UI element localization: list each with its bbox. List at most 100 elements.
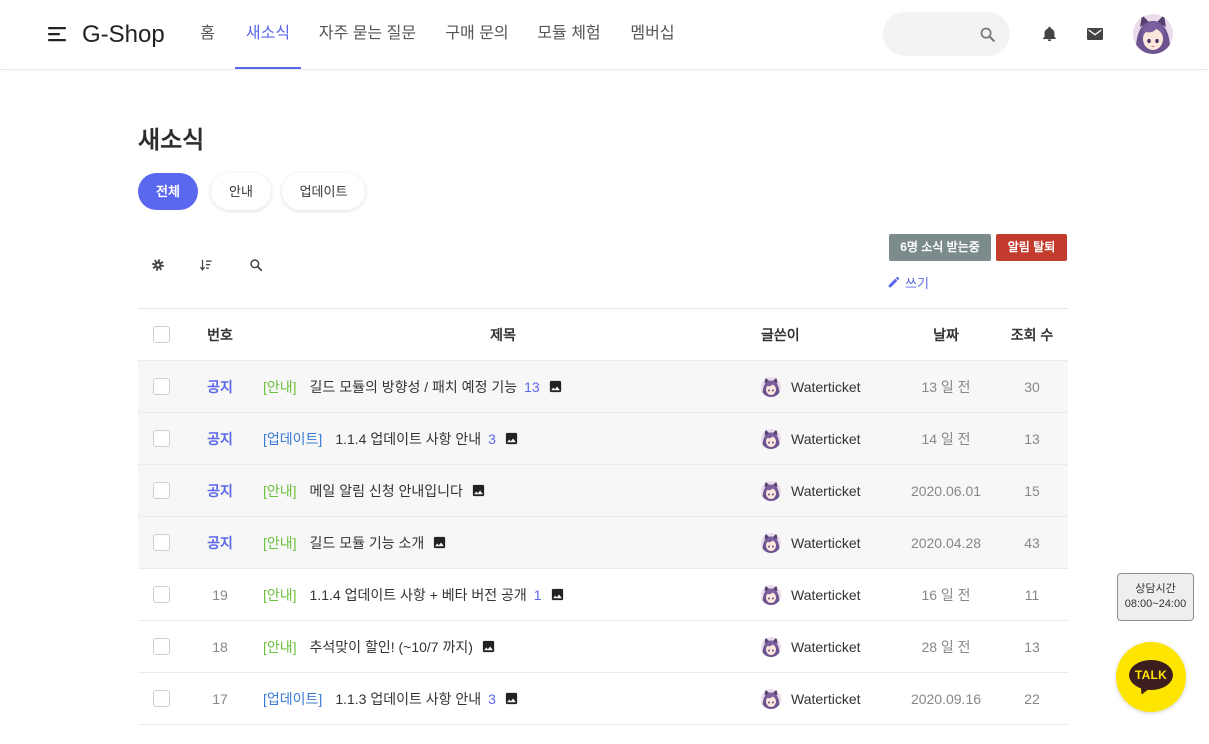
author-avatar[interactable] bbox=[761, 428, 781, 449]
consult-label: 상담시간 bbox=[1135, 583, 1176, 595]
comment-count[interactable]: 13 bbox=[524, 379, 540, 395]
author-name[interactable]: Waterticket bbox=[791, 535, 861, 551]
row-checkbox[interactable] bbox=[153, 430, 170, 447]
post-number: 공지 bbox=[207, 534, 233, 551]
write-button[interactable]: 쓰기 bbox=[887, 273, 929, 291]
column-header-views: 조회 수 bbox=[1010, 326, 1054, 343]
post-date: 28 일 전 bbox=[921, 638, 971, 655]
author-name[interactable]: Waterticket bbox=[791, 639, 861, 655]
unsubscribe-button[interactable]: 알림 탈퇴 bbox=[996, 234, 1067, 261]
author-avatar[interactable] bbox=[761, 584, 781, 605]
select-all-checkbox[interactable] bbox=[153, 326, 170, 343]
author-name[interactable]: Waterticket bbox=[791, 587, 861, 603]
post-author-cell: Waterticket bbox=[751, 688, 896, 709]
author-avatar[interactable] bbox=[761, 376, 781, 397]
comment-count[interactable]: 3 bbox=[488, 691, 496, 707]
author-name[interactable]: Waterticket bbox=[791, 691, 861, 707]
post-title-link[interactable]: 길드 모듈의 방향성 / 패치 예정 기능 bbox=[310, 377, 518, 397]
pencil-icon bbox=[887, 275, 905, 289]
post-number: 공지 bbox=[207, 482, 233, 499]
post-category[interactable]: [안내] bbox=[263, 377, 297, 397]
post-category[interactable]: [업데이트] bbox=[263, 689, 322, 709]
post-title-cell: [안내] 길드 모듈의 방향성 / 패치 예정 기능 13 bbox=[255, 377, 751, 397]
table-row[interactable]: 공지 [안내] 길드 모듈 기능 소개 Waterticket 2020.04.… bbox=[138, 517, 1068, 569]
bell-icon[interactable] bbox=[1041, 25, 1058, 43]
top-navbar: G-Shop 홈 새소식 자주 묻는 질문 구매 문의 모듈 체험 멤버십 bbox=[0, 0, 1209, 70]
image-icon bbox=[471, 483, 486, 498]
post-number: 공지 bbox=[207, 430, 233, 447]
author-name[interactable]: Waterticket bbox=[791, 431, 861, 447]
nav-membership[interactable]: 멤버십 bbox=[620, 0, 685, 69]
site-logo[interactable]: G-Shop bbox=[82, 19, 165, 51]
post-title-link[interactable]: 1.1.4 업데이트 사항 안내 bbox=[335, 429, 481, 449]
select-all-cell bbox=[138, 326, 185, 343]
column-header-date: 날짜 bbox=[933, 326, 959, 343]
post-category[interactable]: [안내] bbox=[263, 637, 297, 657]
search-icon[interactable] bbox=[979, 26, 996, 43]
envelope-icon[interactable] bbox=[1087, 28, 1103, 40]
post-title-link[interactable]: 메일 알림 신청 안내입니다 bbox=[310, 481, 463, 501]
row-checkbox[interactable] bbox=[153, 638, 170, 655]
author-name[interactable]: Waterticket bbox=[791, 379, 861, 395]
author-avatar[interactable] bbox=[761, 636, 781, 657]
tab-update[interactable]: 업데이트 bbox=[282, 173, 365, 210]
author-avatar[interactable] bbox=[761, 532, 781, 553]
column-header-title-label: 제목 bbox=[490, 326, 516, 343]
nav-module-trial[interactable]: 모듈 체험 bbox=[527, 0, 611, 69]
search-input[interactable] bbox=[899, 12, 975, 56]
table-row[interactable]: 공지 [안내] 길드 모듈의 방향성 / 패치 예정 기능 13 Waterti… bbox=[138, 361, 1068, 413]
nav-faq[interactable]: 자주 묻는 질문 bbox=[309, 0, 426, 69]
post-category[interactable]: [안내] bbox=[263, 533, 297, 553]
post-category[interactable]: [안내] bbox=[263, 585, 297, 605]
post-date: 13 일 전 bbox=[921, 378, 971, 395]
header-search bbox=[883, 12, 1010, 56]
author-avatar[interactable] bbox=[761, 688, 781, 709]
post-title-link[interactable]: 추석맞이 할인! (~10/7 까지) bbox=[310, 637, 473, 657]
consult-hours-box: 상담시간 08:00~24:00 bbox=[1117, 573, 1194, 621]
table-row[interactable]: 17 [업데이트] 1.1.3 업데이트 사항 안내 3 Waterticket… bbox=[138, 673, 1068, 725]
search-icon[interactable] bbox=[244, 253, 268, 277]
tab-all[interactable]: 전체 bbox=[138, 173, 198, 210]
row-checkbox[interactable] bbox=[153, 482, 170, 499]
post-category[interactable]: [업데이트] bbox=[263, 429, 322, 449]
post-author-cell: Waterticket bbox=[751, 480, 896, 501]
post-title-link[interactable]: 1.1.3 업데이트 사항 안내 bbox=[335, 689, 481, 709]
row-checkbox[interactable] bbox=[153, 690, 170, 707]
view-count: 22 bbox=[1024, 690, 1040, 707]
table-row[interactable]: 18 [안내] 추석맞이 할인! (~10/7 까지) Waterticket … bbox=[138, 621, 1068, 673]
menu-icon[interactable] bbox=[46, 24, 68, 44]
column-header-author: 글쓴이 bbox=[761, 326, 800, 343]
comment-count[interactable]: 1 bbox=[534, 587, 542, 603]
post-title-cell: [안내] 1.1.4 업데이트 사항 + 베타 버전 공개 1 bbox=[255, 585, 751, 605]
row-select-cell bbox=[138, 482, 185, 499]
row-checkbox[interactable] bbox=[153, 378, 170, 395]
post-date: 2020.04.28 bbox=[910, 534, 982, 551]
post-category[interactable]: [안내] bbox=[263, 481, 297, 501]
post-number: 공지 bbox=[207, 378, 233, 395]
table-row[interactable]: 공지 [안내] 메일 알림 신청 안내입니다 Waterticket 2020.… bbox=[138, 465, 1068, 517]
post-date: 16 일 전 bbox=[921, 586, 971, 603]
kakao-talk-button[interactable]: TALK bbox=[1116, 642, 1186, 712]
post-title-link[interactable]: 1.1.4 업데이트 사항 + 베타 버전 공개 bbox=[310, 585, 527, 605]
user-avatar[interactable] bbox=[1133, 14, 1173, 54]
nav-purchase-inquiry[interactable]: 구매 문의 bbox=[435, 0, 519, 69]
image-icon bbox=[550, 587, 565, 602]
subscriber-count-badge: 6명 소식 받는중 bbox=[889, 234, 991, 261]
nav-home[interactable]: 홈 bbox=[189, 0, 226, 69]
image-icon bbox=[548, 379, 563, 394]
tab-notice[interactable]: 안내 bbox=[211, 173, 271, 210]
comment-count[interactable]: 3 bbox=[488, 431, 496, 447]
view-count: 15 bbox=[1024, 482, 1040, 499]
table-row[interactable]: 19 [안내] 1.1.4 업데이트 사항 + 베타 버전 공개 1 Water… bbox=[138, 569, 1068, 621]
author-name[interactable]: Waterticket bbox=[791, 483, 861, 499]
table-header-row: 번호 제목 글쓴이 날짜 조회 수 bbox=[138, 309, 1068, 361]
author-avatar[interactable] bbox=[761, 480, 781, 501]
post-title-link[interactable]: 길드 모듈 기능 소개 bbox=[310, 533, 425, 553]
row-checkbox[interactable] bbox=[153, 586, 170, 603]
table-row[interactable]: 공지 [업데이트] 1.1.4 업데이트 사항 안내 3 Waterticket… bbox=[138, 413, 1068, 465]
sort-icon[interactable] bbox=[194, 253, 218, 277]
nav-news[interactable]: 새소식 bbox=[235, 0, 301, 69]
row-checkbox[interactable] bbox=[153, 534, 170, 551]
gear-icon[interactable] bbox=[146, 253, 170, 277]
post-date: 14 일 전 bbox=[921, 430, 971, 447]
